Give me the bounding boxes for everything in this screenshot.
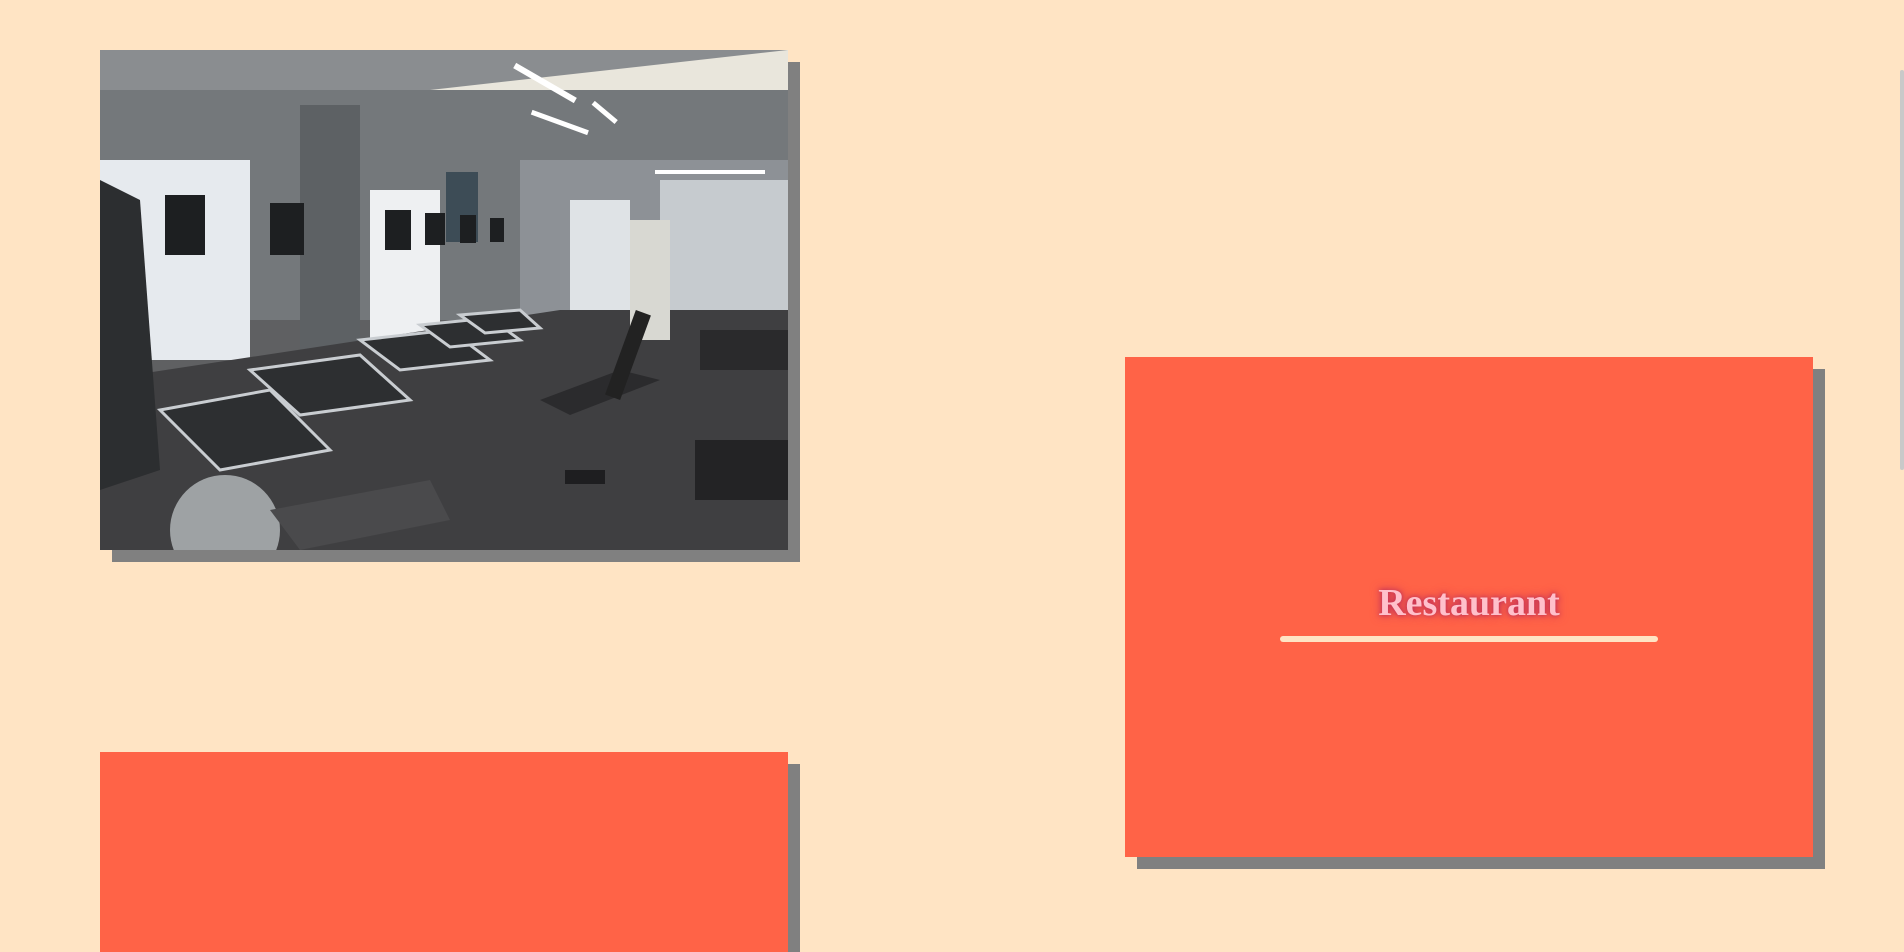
gym-photo (100, 50, 788, 550)
restaurant-card[interactable]: Restaurant (1125, 357, 1813, 857)
restaurant-label: Restaurant (1280, 584, 1658, 642)
page-scrollbar[interactable] (1900, 70, 1904, 470)
gym-photo-card[interactable] (100, 50, 788, 550)
bottom-card[interactable] (100, 752, 788, 952)
restaurant-title: Restaurant (1378, 582, 1560, 624)
restaurant-underline (1280, 636, 1658, 642)
